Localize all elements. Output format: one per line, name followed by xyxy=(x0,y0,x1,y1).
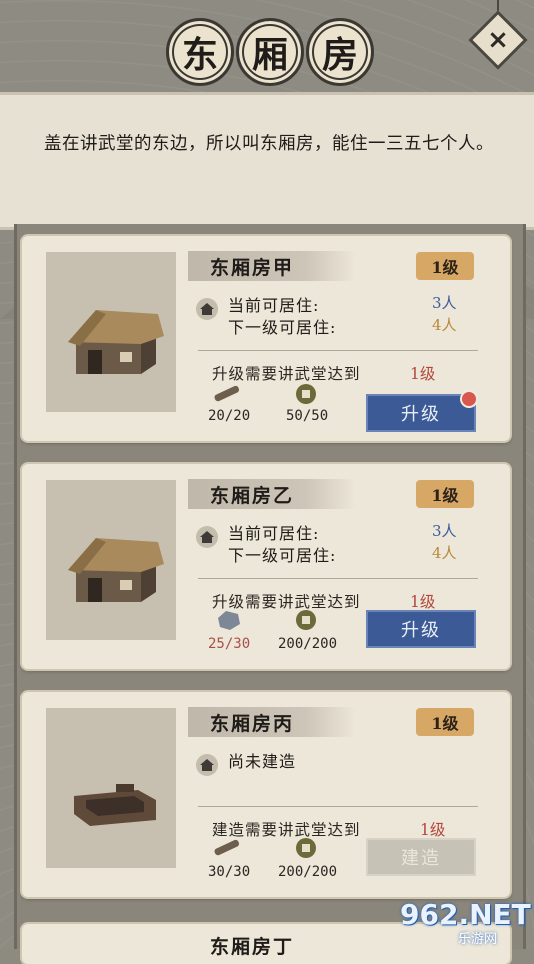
home-icon xyxy=(196,298,218,320)
current-capacity-label: 当前可居住: xyxy=(228,296,320,315)
cost-wood: 30/30 xyxy=(208,864,251,880)
coin-icon xyxy=(296,610,316,630)
building-name: 东厢房丙 xyxy=(210,713,295,735)
divider xyxy=(198,350,478,351)
next-capacity-value: 4人 xyxy=(432,544,457,562)
build-button[interactable]: 建造 xyxy=(366,838,476,876)
title-bar: 东 厢 房 × xyxy=(0,0,534,92)
house-icon xyxy=(68,538,164,602)
level-badge: 1级 xyxy=(416,708,474,736)
close-icon: × xyxy=(487,25,509,55)
wood-icon xyxy=(214,385,240,402)
home-icon xyxy=(196,526,218,548)
current-capacity-value: 3人 xyxy=(432,522,457,540)
cost-coin: 200/200 xyxy=(278,864,338,880)
upgrade-button[interactable]: 升级 xyxy=(366,610,476,648)
watermark: 962.NET 乐游网 xyxy=(400,898,531,947)
next-capacity-label: 下一级可居住: xyxy=(228,318,337,337)
divider xyxy=(198,578,478,579)
coin-icon xyxy=(296,838,316,858)
current-capacity-value: 3人 xyxy=(432,294,457,312)
building-card-jia: 东厢房甲 1级 当前可居住: 3人 下一级可居住: 4人 升级需要讲武堂达到 1… xyxy=(22,236,510,441)
next-capacity-label: 下一级可居住: xyxy=(228,546,337,565)
title-char-2: 厢 xyxy=(236,18,304,86)
level-badge: 1级 xyxy=(416,480,474,508)
current-capacity-label: 当前可居住: xyxy=(228,524,320,543)
title-char-1: 东 xyxy=(166,18,234,86)
requirement-text: 升级需要讲武堂达到 xyxy=(212,365,361,383)
description-banner: 盖在讲武堂的东边，所以叫东厢房，能住一三五七个人。 xyxy=(0,92,534,319)
building-name: 东厢房丁 xyxy=(210,936,295,958)
requirement-level: 1级 xyxy=(410,365,436,383)
building-image-frame xyxy=(46,252,176,412)
stone-icon xyxy=(218,611,240,630)
building-image-frame xyxy=(46,708,176,868)
level-badge: 1级 xyxy=(416,252,474,280)
watermark-sub: 乐游网 xyxy=(458,932,498,947)
not-built-status: 尚未建造 xyxy=(228,752,297,771)
divider xyxy=(198,806,478,807)
building-card-bing: 东厢房丙 1级 尚未建造 建造需要讲武堂达到 1级 30/30 200/200 … xyxy=(22,692,510,897)
requirement-level: 1级 xyxy=(420,821,446,839)
cost-stone: 25/30 xyxy=(208,636,251,652)
notification-dot xyxy=(460,390,478,408)
building-image-frame xyxy=(46,480,176,640)
building-name: 东厢房甲 xyxy=(210,257,295,279)
house-icon xyxy=(68,310,164,374)
close-button[interactable]: × xyxy=(468,10,528,70)
next-capacity-value: 4人 xyxy=(432,316,457,334)
cost-coin: 200/200 xyxy=(278,636,338,652)
foundation-icon xyxy=(74,784,156,826)
cost-wood: 20/20 xyxy=(208,408,251,424)
description-text: 盖在讲武堂的东边，所以叫东厢房，能住一三五七个人。 xyxy=(44,134,494,154)
coin-icon xyxy=(296,384,316,404)
watermark-main: 962.NET xyxy=(400,898,531,931)
home-icon xyxy=(196,754,218,776)
building-name: 东厢房乙 xyxy=(210,485,295,507)
wood-icon xyxy=(214,839,240,856)
cost-coin: 50/50 xyxy=(286,408,329,424)
title-char-3: 房 xyxy=(306,18,374,86)
requirement-level: 1级 xyxy=(410,593,436,611)
building-card-yi: 东厢房乙 1级 当前可居住: 3人 下一级可居住: 4人 升级需要讲武堂达到 1… xyxy=(22,464,510,669)
